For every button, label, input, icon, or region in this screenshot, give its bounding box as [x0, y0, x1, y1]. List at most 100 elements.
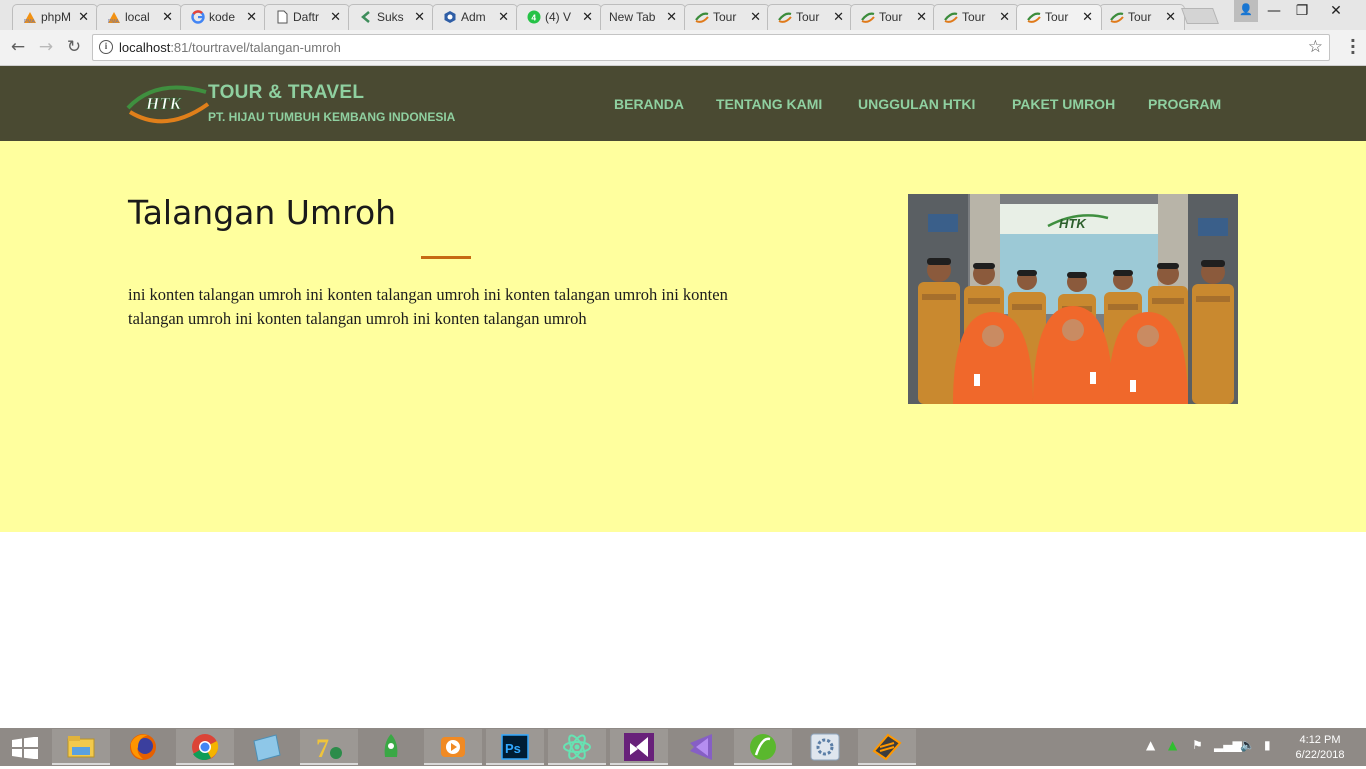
htk-icon — [944, 12, 958, 23]
restore-icon[interactable]: ❐ — [1288, 0, 1316, 22]
close-icon[interactable]: ✕ — [78, 9, 89, 25]
browser-tab[interactable]: Tour ✕ — [1099, 4, 1185, 30]
close-icon[interactable]: ✕ — [666, 9, 677, 25]
taskbar-clock[interactable]: 4:12 PM 6/22/2018 — [1290, 733, 1350, 763]
network-icon[interactable]: ▂▄▆ — [1214, 738, 1242, 752]
url-path: :81/tourtravel/talangan-umroh — [170, 40, 341, 55]
htk-icon — [778, 12, 792, 23]
flag-icon[interactable]: ⚑ — [1192, 738, 1203, 752]
nav-paket-umroh[interactable]: PAKET UMROH — [1012, 96, 1115, 112]
dreamweaver-icon[interactable] — [734, 729, 792, 765]
tab-title: Tour — [962, 10, 986, 24]
profile-icon[interactable]: 👤 — [1234, 0, 1258, 22]
close-icon[interactable]: ✕ — [498, 9, 509, 25]
close-icon[interactable]: ✕ — [1165, 9, 1176, 25]
new-tab-button[interactable] — [1181, 8, 1219, 24]
content-section: Talangan Umroh ini konten talangan umroh… — [0, 141, 1366, 532]
close-icon[interactable]: ✕ — [330, 9, 341, 25]
url-text[interactable]: localhost:81/tourtravel/talangan-umroh — [119, 40, 341, 55]
svg-text:7: 7 — [316, 734, 329, 763]
htk-logo[interactable]: HTK — [126, 82, 210, 126]
settings-icon[interactable] — [796, 729, 854, 765]
close-icon[interactable]: ✕ — [246, 9, 257, 25]
volume-icon[interactable]: 🔈 — [1240, 738, 1255, 752]
nav-unggulan-htki[interactable]: UNGGULAN HTKI — [858, 96, 975, 112]
browser-tab[interactable]: 4 (4) V ✕ — [516, 4, 602, 30]
close-icon[interactable]: ✕ — [916, 9, 927, 25]
notepad-icon[interactable] — [238, 729, 296, 765]
media-player-icon[interactable] — [424, 729, 482, 765]
phpmyadmin-icon: PMA — [108, 12, 120, 24]
browser-tab[interactable]: Tour ✕ — [767, 4, 853, 30]
tab-title: New Tab — [609, 10, 656, 24]
site-header: HTK TOUR & TRAVEL PT. HIJAU TUMBUH KEMBA… — [0, 66, 1366, 141]
tab-title: Daftr — [293, 10, 320, 24]
firefox-icon[interactable] — [114, 729, 172, 765]
tab-title: Tour — [879, 10, 903, 24]
window-close-icon[interactable]: ✕ — [1322, 0, 1350, 22]
browser-tab-active[interactable]: Tour ✕ — [1016, 4, 1102, 30]
browser-tab[interactable]: Daftr ✕ — [264, 4, 350, 30]
bookmark-star-icon[interactable]: ☆ — [1308, 37, 1323, 57]
browser-toolbar: ← → ↻ i localhost:81/tourtravel/talangan… — [0, 30, 1366, 66]
browser-tab[interactable]: Suks ✕ — [348, 4, 434, 30]
nav-program[interactable]: PROGRAM — [1148, 96, 1221, 112]
svg-text:Ps: Ps — [505, 741, 521, 756]
tab-title: Suks — [377, 10, 404, 24]
tab-title: Tour — [1128, 10, 1152, 24]
tray-app-icon[interactable]: ▲ — [1168, 738, 1177, 752]
browser-tab[interactable]: Tour ✕ — [684, 4, 770, 30]
launcher-icon[interactable] — [362, 729, 420, 765]
battery-icon[interactable]: ▮ — [1264, 738, 1271, 752]
info-icon[interactable]: i — [99, 40, 113, 54]
browser-tab[interactable]: Adm ✕ — [432, 4, 518, 30]
visual-studio-icon[interactable] — [610, 729, 668, 765]
tab-title: Tour — [713, 10, 737, 24]
file-explorer-icon[interactable] — [52, 729, 110, 765]
tray-expand-icon[interactable]: ▲ — [1146, 738, 1155, 752]
visual-studio-code-icon[interactable] — [672, 729, 730, 765]
tab-title: Adm — [461, 10, 486, 24]
htk-icon — [861, 12, 875, 23]
google-icon — [191, 10, 205, 24]
htk-icon — [695, 12, 709, 23]
photoshop-icon[interactable]: Ps — [486, 729, 544, 765]
sublime-icon[interactable] — [858, 729, 916, 765]
windows-taskbar: 7 Ps ▲ ▲ ⚑ ▂▄▆ 🔈 ▮ 4:12 PM 6/22/2018 — [0, 728, 1366, 766]
htk-icon — [1027, 12, 1041, 23]
nav-beranda[interactable]: BERANDA — [614, 96, 684, 112]
whatsapp-icon: 4 — [527, 10, 541, 24]
browser-tab[interactable]: Tour ✕ — [850, 4, 936, 30]
close-icon[interactable]: ✕ — [1082, 9, 1093, 25]
close-icon[interactable]: ✕ — [750, 9, 761, 25]
minimize-icon[interactable]: — — [1260, 0, 1288, 22]
reload-icon[interactable]: ↻ — [62, 36, 86, 60]
tab-title: (4) V — [545, 10, 572, 24]
arrow-icon — [361, 11, 370, 23]
browser-tab[interactable]: PMA local ✕ — [96, 4, 182, 30]
browser-menu-icon[interactable]: · · · — [1350, 33, 1356, 61]
browser-tab[interactable]: kode ✕ — [180, 4, 266, 30]
forward-icon[interactable]: → — [34, 36, 58, 60]
team-photo: HTK — [908, 194, 1238, 404]
close-icon[interactable]: ✕ — [999, 9, 1010, 25]
browser-tab[interactable]: PMA phpM ✕ — [12, 4, 98, 30]
close-icon[interactable]: ✕ — [833, 9, 844, 25]
close-icon[interactable]: ✕ — [162, 9, 173, 25]
nav-tentang-kami[interactable]: TENTANG KAMI — [716, 96, 822, 112]
browser-tab[interactable]: New Tab ✕ — [600, 4, 686, 30]
7zip-icon[interactable]: 7 — [300, 729, 358, 765]
browser-tab[interactable]: Tour ✕ — [933, 4, 1019, 30]
atom-icon[interactable] — [548, 729, 606, 765]
htk-icon — [1110, 12, 1124, 23]
tab-title: kode — [209, 10, 236, 24]
url-host: localhost — [119, 40, 171, 55]
windows-start-icon[interactable] — [12, 737, 38, 759]
close-icon[interactable]: ✕ — [582, 9, 593, 25]
address-bar[interactable]: i localhost:81/tourtravel/talangan-umroh… — [92, 34, 1330, 61]
close-icon[interactable]: ✕ — [414, 9, 425, 25]
tab-title: local — [125, 10, 150, 24]
chrome-icon[interactable] — [176, 729, 234, 765]
brand-title[interactable]: TOUR & TRAVEL — [208, 82, 364, 104]
back-icon[interactable]: ← — [6, 36, 30, 60]
